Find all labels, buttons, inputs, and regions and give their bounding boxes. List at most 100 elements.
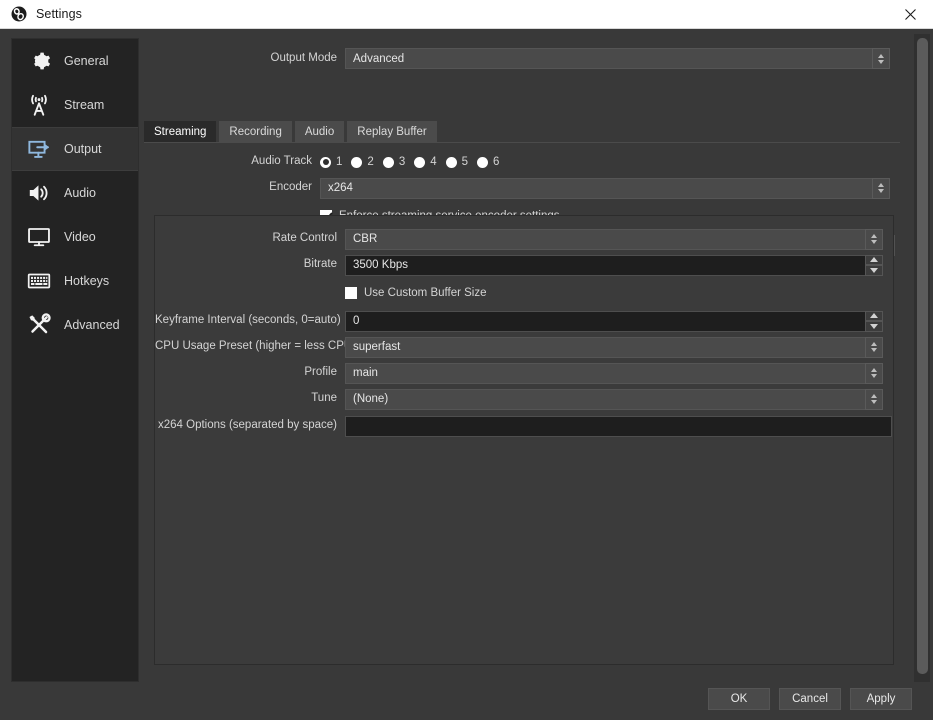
tab-label: Replay Buffer	[357, 125, 427, 138]
checkbox-unchecked-icon[interactable]	[345, 287, 357, 299]
custom-buffer-label: Use Custom Buffer Size	[364, 287, 487, 299]
chevron-updown-icon[interactable]	[865, 362, 883, 384]
radio-label: 6	[493, 156, 500, 168]
encoder-value: x264	[328, 182, 353, 194]
sidebar-item-label: Stream	[64, 97, 105, 112]
custom-buffer-row: Use Custom Buffer Size	[155, 282, 895, 304]
close-icon[interactable]	[888, 0, 933, 28]
x264-options-input[interactable]	[345, 415, 892, 437]
sidebar-item-video[interactable]: Video	[12, 215, 138, 259]
apply-button[interactable]: Apply	[850, 688, 912, 710]
vertical-scrollbar[interactable]	[914, 34, 930, 682]
audio-track-row: Audio Track 1 2 3 4 5 6	[140, 151, 900, 173]
keyframe-interval-input[interactable]: 0	[345, 310, 883, 332]
title-bar: Settings	[0, 0, 933, 29]
radio-icon[interactable]	[477, 156, 489, 168]
radio-label: 5	[461, 156, 469, 168]
keyframe-interval-stepper[interactable]	[865, 310, 883, 332]
tune-select[interactable]: (None)	[345, 388, 883, 410]
sidebar-item-label: Hotkeys	[64, 273, 110, 288]
radio-icon[interactable]	[414, 156, 426, 168]
sidebar-item-output[interactable]: Output	[12, 127, 138, 171]
radio-icon[interactable]	[351, 156, 363, 168]
custom-buffer-checkbox[interactable]: Use Custom Buffer Size	[345, 287, 487, 299]
settings-pane: Output Mode Advanced Streaming Recording…	[140, 38, 905, 682]
profile-select[interactable]: main	[345, 362, 883, 384]
radio-icon[interactable]	[382, 156, 394, 168]
sidebar-item-label: Advanced	[64, 317, 120, 332]
chevron-updown-icon[interactable]	[865, 388, 883, 410]
tab-audio[interactable]: Audio	[294, 121, 345, 142]
keyframe-interval-value: 0	[353, 315, 360, 327]
sidebar-item-label: Audio	[64, 185, 96, 200]
bitrate-label: Bitrate	[303, 258, 337, 271]
sidebar-item-label: Video	[64, 229, 96, 244]
radio-label: 3	[398, 156, 406, 168]
audio-track-option-3[interactable]: 3	[382, 156, 406, 168]
cpu-preset-label: CPU Usage Preset (higher = less CPU)	[155, 340, 357, 353]
audio-track-option-2[interactable]: 2	[351, 156, 374, 168]
chevron-updown-icon[interactable]	[865, 228, 883, 250]
sidebar-item-hotkeys[interactable]: Hotkeys	[12, 259, 138, 303]
cpu-preset-select[interactable]: superfast	[345, 336, 883, 358]
cpu-preset-value: superfast	[353, 341, 401, 353]
audio-track-radio-group: 1 2 3 4 5 6	[320, 156, 508, 168]
chevron-updown-icon[interactable]	[872, 48, 890, 69]
audio-track-option-6[interactable]: 6	[477, 156, 499, 168]
scrollbar-thumb[interactable]	[917, 38, 928, 674]
bitrate-stepper[interactable]	[865, 254, 883, 276]
radio-label: 1	[336, 156, 343, 168]
tab-label: Streaming	[154, 125, 207, 138]
stepper-down-button[interactable]	[865, 321, 883, 332]
sidebar-item-audio[interactable]: Audio	[12, 171, 138, 215]
stepper-up-button[interactable]	[865, 254, 883, 265]
sidebar-item-advanced[interactable]: Advanced	[12, 303, 138, 347]
tab-label: Recording	[229, 125, 282, 138]
stepper-down-button[interactable]	[865, 265, 883, 276]
dialog-buttons: OK Cancel Apply	[708, 688, 912, 710]
output-mode-row: Output Mode Advanced	[140, 48, 900, 69]
profile-row: Profile main	[155, 362, 895, 384]
chevron-updown-icon[interactable]	[865, 336, 883, 358]
monitor-icon	[24, 222, 54, 252]
rate-control-select[interactable]: CBR	[345, 228, 883, 250]
sidebar-item-stream[interactable]: Stream	[12, 83, 138, 127]
bitrate-row: Bitrate 3500 Kbps	[155, 254, 895, 276]
tab-replay-buffer[interactable]: Replay Buffer	[347, 121, 437, 142]
tab-recording[interactable]: Recording	[219, 121, 292, 142]
rate-control-value: CBR	[353, 233, 378, 245]
tab-streaming[interactable]: Streaming	[144, 121, 217, 142]
window-title: Settings	[36, 7, 82, 21]
encoder-select[interactable]: x264	[320, 177, 890, 199]
keyframe-interval-row: Keyframe Interval (seconds, 0=auto) 0	[155, 310, 895, 332]
stepper-up-button[interactable]	[865, 310, 883, 321]
tune-row: Tune (None)	[155, 388, 895, 410]
x264-options-row: x264 Options (separated by space)	[155, 415, 895, 437]
keyframe-interval-label: Keyframe Interval (seconds, 0=auto)	[155, 314, 341, 327]
sidebar-item-label: General	[64, 53, 109, 68]
output-mode-value: Advanced	[353, 52, 405, 65]
chevron-updown-icon[interactable]	[872, 177, 890, 199]
broadcast-icon	[24, 90, 54, 120]
bitrate-input[interactable]: 3500 Kbps	[345, 254, 883, 276]
cpu-preset-row: CPU Usage Preset (higher = less CPU) sup…	[155, 336, 895, 358]
audio-track-option-5[interactable]: 5	[445, 156, 469, 168]
sidebar: General Stream Output Audio Video Hotkey…	[11, 38, 139, 682]
encoder-settings-form: Rate Control CBR Bitrate 3500 Kbps Use C…	[155, 228, 895, 437]
radio-label: 2	[367, 156, 374, 168]
monitor-arrow-icon	[24, 134, 54, 164]
sidebar-item-general[interactable]: General	[12, 39, 138, 83]
bitrate-value: 3500 Kbps	[353, 259, 408, 271]
gear-icon	[24, 46, 54, 76]
audio-track-option-4[interactable]: 4	[414, 156, 437, 168]
tab-label: Audio	[304, 125, 335, 138]
cancel-button[interactable]: Cancel	[779, 688, 841, 710]
tune-value: (None)	[353, 393, 389, 405]
speaker-icon	[24, 178, 54, 208]
radio-icon[interactable]	[320, 156, 331, 168]
output-mode-select[interactable]: Advanced	[345, 48, 890, 69]
audio-track-option-1[interactable]: 1	[320, 156, 342, 168]
radio-icon[interactable]	[445, 156, 457, 168]
profile-value: main	[353, 367, 378, 379]
ok-button[interactable]: OK	[708, 688, 770, 710]
